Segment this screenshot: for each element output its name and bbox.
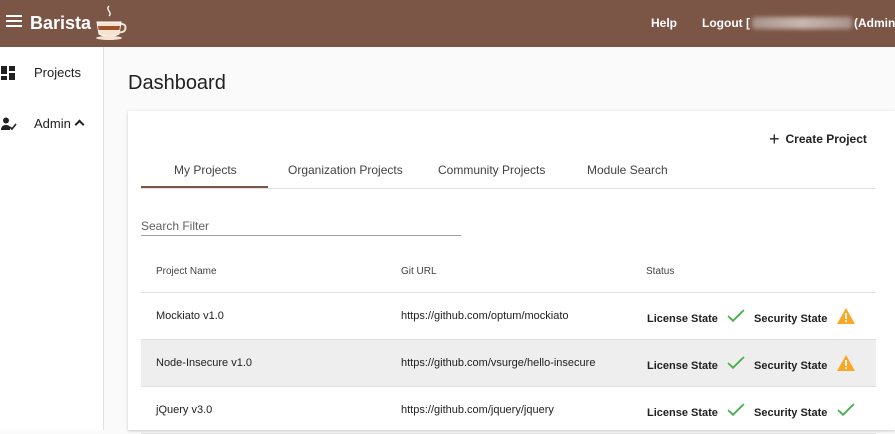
tab-my-projects[interactable]: My Projects	[174, 163, 237, 177]
tab-module-search[interactable]: Module Search	[587, 163, 668, 177]
license-state-label: License State	[647, 360, 718, 372]
tab-community-projects[interactable]: Community Projects	[438, 163, 545, 177]
security-state-label: Security State	[754, 407, 828, 419]
license-state-label: License State	[647, 407, 718, 419]
security-state-label: Security State	[754, 360, 828, 372]
project-name-cell[interactable]: Mockiato v1.0	[156, 310, 224, 322]
admin-label-text: Admin	[34, 116, 71, 131]
coffee-cup-icon	[96, 5, 127, 40]
logout-suffix: (Admin)]	[853, 16, 895, 30]
app-title[interactable]: Barista	[30, 13, 91, 34]
top-app-bar: Barista Help Logout [ (Admin)]	[0, 0, 895, 47]
git-url-cell[interactable]: https://github.com/jquery/jquery	[401, 404, 554, 416]
table-header: Project Name Git URL Status	[141, 249, 876, 293]
logout-link[interactable]: Logout [ (Admin)]	[702, 16, 895, 30]
sidebar-item-admin[interactable]: Admin	[0, 112, 103, 136]
check-icon	[837, 403, 855, 417]
sidebar-item-label: Projects	[34, 65, 81, 80]
sidebar: Projects Admin	[0, 47, 104, 430]
sidebar-item-projects[interactable]: Projects	[0, 61, 103, 85]
dashboard-icon	[1, 66, 15, 80]
sidebar-item-label: Admin	[34, 116, 85, 131]
create-project-label: Create Project	[785, 132, 867, 146]
column-header-git-url[interactable]: Git URL	[401, 266, 437, 277]
projects-table: Project Name Git URL Status Mockiato v1.…	[141, 249, 876, 434]
license-state-label: License State	[647, 313, 718, 325]
tab-organization-projects[interactable]: Organization Projects	[288, 163, 403, 177]
check-icon	[727, 356, 745, 370]
table-row[interactable]: Node-Insecure v1.0 https://github.com/vsu…	[141, 340, 876, 387]
column-header-status[interactable]: Status	[646, 266, 674, 277]
check-icon	[727, 403, 745, 417]
project-name-cell[interactable]: Node-Insecure v1.0	[156, 357, 252, 369]
security-state-label: Security State	[754, 313, 828, 325]
search-filter-input[interactable]	[141, 217, 461, 236]
chevron-up-icon	[74, 119, 85, 130]
warning-icon	[837, 355, 855, 371]
projects-card: + Create Project My Projects Organization…	[128, 111, 895, 434]
plus-icon: +	[769, 129, 780, 149]
page-title: Dashboard	[128, 72, 226, 94]
create-project-button[interactable]: + Create Project	[769, 129, 867, 150]
column-header-project-name[interactable]: Project Name	[156, 266, 217, 277]
git-url-cell[interactable]: https://github.com/vsurge/hello-insecure	[401, 357, 595, 369]
table-row[interactable]: jQuery v3.0 https://github.com/jquery/jqu…	[141, 387, 876, 434]
hamburger-menu-icon[interactable]	[6, 15, 22, 29]
logout-prefix: Logout [	[702, 16, 750, 30]
table-row[interactable]: Mockiato v1.0 https://github.com/optum/mo…	[141, 293, 876, 340]
table-body: Mockiato v1.0 https://github.com/optum/mo…	[141, 293, 876, 434]
check-icon	[727, 309, 745, 323]
git-url-cell[interactable]: https://github.com/optum/mockiato	[401, 310, 569, 322]
warning-icon	[837, 308, 855, 324]
project-name-cell[interactable]: jQuery v3.0	[156, 404, 212, 416]
admin-user-check-icon	[1, 117, 17, 131]
help-link[interactable]: Help	[651, 16, 677, 30]
project-tabs: My Projects Organization Projects Commun…	[141, 155, 876, 189]
redacted-username	[751, 17, 852, 29]
active-tab-indicator	[141, 186, 268, 188]
